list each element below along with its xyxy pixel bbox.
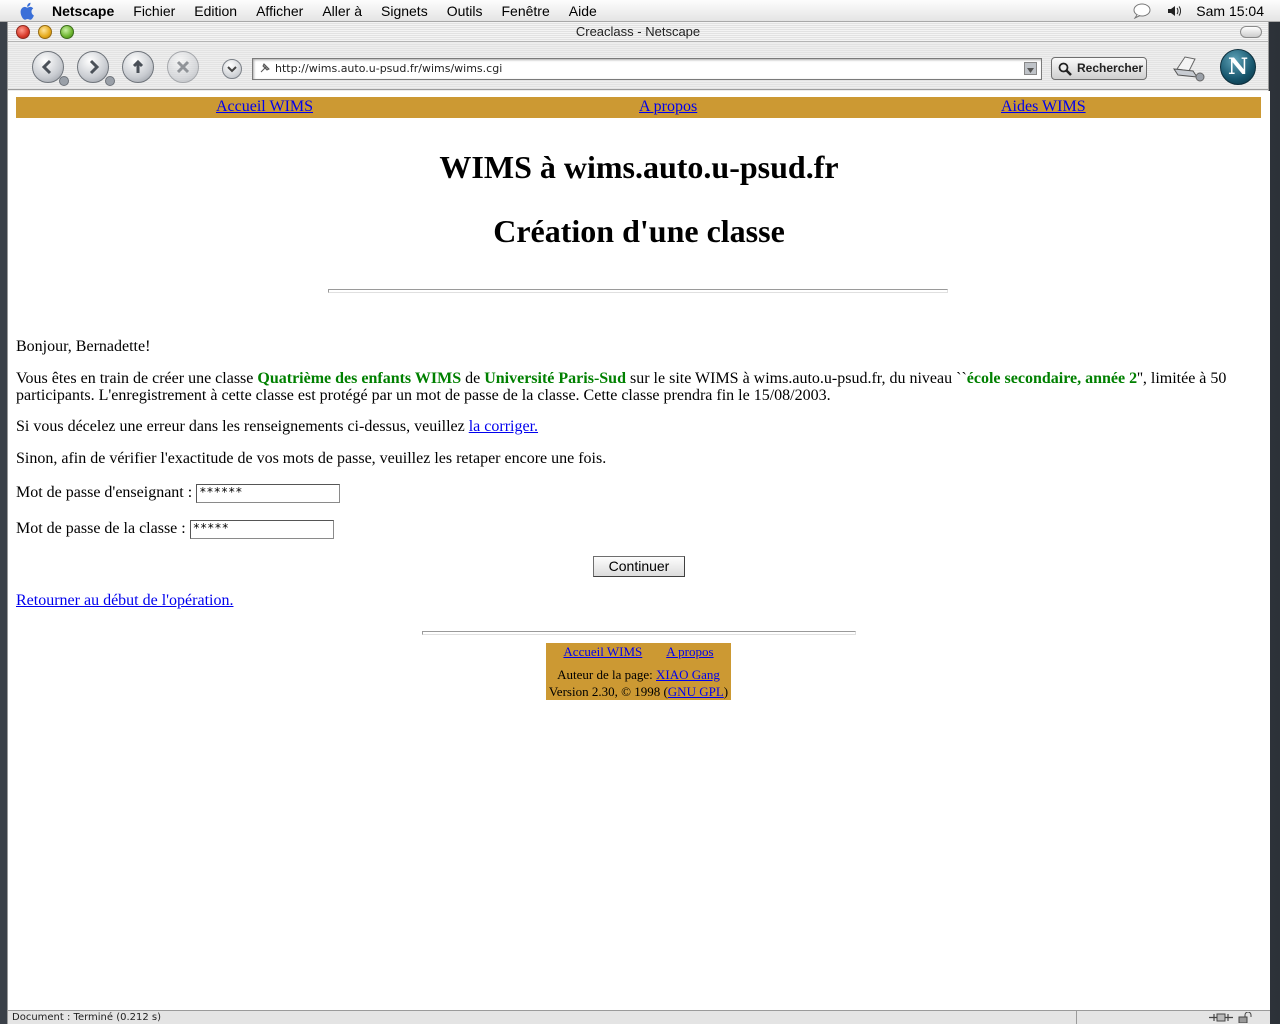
summary-text: sur le site WIMS à wims.auto.u-psud.fr, … — [625, 370, 967, 387]
menubar: Netscape Fichier Edition Afficher Aller … — [0, 0, 1280, 22]
menu-fichier[interactable]: Fichier — [133, 3, 175, 19]
footer-version: Version 2.30, © 1998 (GNU GPL) — [546, 684, 731, 700]
continue-button[interactable]: Continuer — [593, 556, 685, 577]
search-button[interactable]: Rechercher — [1051, 57, 1147, 80]
forward-history-dropdown[interactable] — [105, 76, 115, 86]
back-link-row: Retourner au début de l'opération. — [16, 592, 1256, 609]
menu-afficher[interactable]: Afficher — [256, 3, 303, 19]
bookmark-pin-icon[interactable] — [259, 62, 271, 74]
menu-edition[interactable]: Edition — [194, 3, 237, 19]
window-titlebar[interactable]: Creaclass - Netscape — [8, 22, 1268, 42]
connection-status-icon — [1209, 1013, 1233, 1022]
version-suffix: ) — [723, 684, 729, 699]
page-subtitle: Création d'une classe — [493, 213, 785, 249]
zoom-window-button[interactable] — [60, 25, 74, 39]
minimize-window-button[interactable] — [38, 25, 52, 39]
menu-outils[interactable]: Outils — [447, 3, 483, 19]
license-link[interactable]: GNU GPL — [668, 684, 724, 699]
menu-aide[interactable]: Aide — [569, 3, 597, 19]
url-input[interactable]: http://wims.auto.u-psud.fr/wims/wims.cgi — [252, 58, 1042, 80]
author-link[interactable]: XIAO Gang — [656, 667, 720, 682]
class-password-row: Mot de passe de la classe : ***** — [16, 520, 1256, 539]
navigation-toolbar: http://wims.auto.u-psud.fr/wims/wims.cgi… — [8, 43, 1268, 90]
class-password-label: Mot de passe de la classe : — [16, 520, 186, 538]
toolbar-toggle-button[interactable] — [1240, 26, 1262, 38]
summary-text: de — [461, 370, 485, 387]
teacher-password-label: Mot de passe d'enseignant : — [16, 484, 193, 502]
footer-author: Auteur de la page: XIAO Gang — [546, 667, 731, 683]
triangle-down-icon — [1027, 68, 1034, 73]
menu-fenetre[interactable]: Fenêtre — [502, 3, 550, 19]
print-icon[interactable] — [1171, 53, 1205, 83]
close-window-button[interactable] — [16, 25, 30, 39]
version-prefix: Version 2.30, © 1998 ( — [548, 684, 668, 699]
url-history-dropdown[interactable] — [222, 59, 242, 79]
apple-menu-icon[interactable] — [20, 2, 36, 20]
lock-open-icon[interactable] — [1238, 1012, 1252, 1023]
teacher-password-row: Mot de passe d'enseignant : ****** — [16, 484, 1256, 503]
forward-arrow-icon — [89, 59, 100, 75]
back-arrow-icon — [41, 59, 52, 75]
author-prefix: Auteur de la page: — [557, 667, 656, 682]
divider — [328, 289, 948, 293]
top-nav-bar: Accueil WIMS A propos Aides WIMS — [16, 97, 1261, 118]
footer-link-accueil[interactable]: Accueil WIMS — [563, 644, 642, 659]
class-password-input[interactable]: ***** — [189, 520, 334, 539]
back-history-dropdown[interactable] — [59, 76, 69, 86]
browser-window: Creaclass - Netscape http://wims.auto.u-… — [7, 22, 1270, 1024]
search-icon — [1058, 62, 1072, 76]
netscape-logo-icon[interactable]: N — [1220, 49, 1256, 85]
link-aides-wims[interactable]: Aides WIMS — [1001, 98, 1086, 116]
menu-signets[interactable]: Signets — [381, 3, 428, 19]
teacher-password-input[interactable]: ****** — [196, 484, 341, 503]
url-text: http://wims.auto.u-psud.fr/wims/wims.cgi — [275, 62, 503, 75]
class-level: école secondaire, année 2 — [966, 370, 1138, 387]
link-accueil-wims[interactable]: Accueil WIMS — [216, 98, 313, 116]
greeting: Bonjour, Bernadette! — [16, 338, 151, 355]
institution-name: Université Paris-Sud — [484, 370, 626, 387]
class-summary-paragraph: Vous êtes en train de créer une classe Q… — [16, 370, 1256, 404]
chevron-down-icon — [227, 66, 237, 73]
menu-aller-a[interactable]: Aller à — [322, 3, 362, 19]
footer-link-a-propos[interactable]: A propos — [666, 644, 713, 659]
speech-bubble-icon[interactable] — [1132, 3, 1152, 19]
status-bar: Document : Terminé (0.212 s) — [8, 1010, 1270, 1024]
page-content: Accueil WIMS A propos Aides WIMS WIMS à … — [8, 91, 1270, 1010]
reload-button[interactable] — [122, 51, 154, 83]
status-separator — [1076, 1011, 1077, 1024]
url-dropdown-button[interactable] — [1024, 62, 1037, 75]
window-title: Creaclass - Netscape — [575, 24, 701, 39]
page-title: WIMS à wims.auto.u-psud.fr — [439, 149, 839, 185]
status-text: Document : Terminé (0.212 s) — [12, 1012, 162, 1023]
forward-button[interactable] — [77, 51, 109, 83]
correction-paragraph: Si vous décelez une erreur dans les rens… — [16, 418, 1256, 435]
stop-button[interactable] — [167, 51, 199, 83]
menubar-clock[interactable]: Sam 15:04 — [1196, 3, 1264, 19]
menu-app-name[interactable]: Netscape — [52, 3, 114, 19]
footer-box: Accueil WIMS A propos Auteur de la page: … — [546, 643, 731, 700]
divider — [422, 631, 856, 635]
link-a-propos[interactable]: A propos — [639, 98, 697, 116]
search-button-label: Rechercher — [1077, 61, 1144, 75]
correct-link[interactable]: la corriger. — [469, 418, 538, 435]
reload-icon — [132, 59, 144, 73]
summary-text: Vous êtes en train de créer une classe — [16, 370, 258, 387]
correction-text: Si vous décelez une erreur dans les rens… — [16, 418, 469, 435]
stop-icon — [176, 60, 190, 74]
instruction-paragraph: Sinon, afin de vérifier l'exactitude de … — [16, 450, 607, 467]
class-name: Quatrième des enfants WIMS — [257, 370, 462, 387]
back-to-start-link[interactable]: Retourner au début de l'opération. — [16, 592, 233, 609]
volume-icon[interactable] — [1166, 3, 1182, 19]
